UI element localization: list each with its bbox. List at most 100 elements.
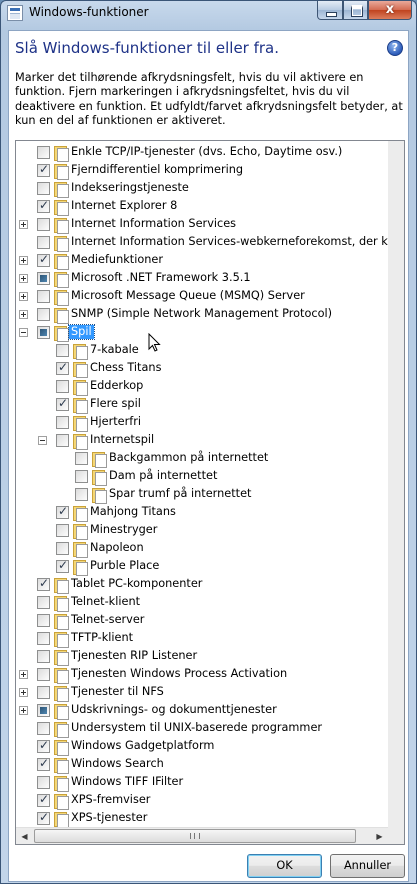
horizontal-scrollbar[interactable]: ◀ ▶: [16, 827, 388, 844]
maximize-button[interactable]: [343, 1, 368, 20]
feature-label[interactable]: Telnet-server: [69, 613, 146, 627]
feature-label[interactable]: Chess Titans: [88, 361, 163, 375]
feature-row[interactable]: Purble Place: [16, 557, 388, 576]
feature-row[interactable]: Tjenester til NFS: [16, 683, 388, 702]
feature-checkbox[interactable]: [37, 218, 50, 231]
feature-checkbox[interactable]: [37, 756, 50, 771]
feature-checkbox[interactable]: [37, 272, 50, 285]
feature-row[interactable]: Napoleon: [16, 539, 388, 558]
help-icon[interactable]: ?: [387, 40, 403, 56]
scroll-right-icon[interactable]: ▶: [371, 828, 388, 844]
feature-row[interactable]: Mediefunktioner: [16, 251, 388, 270]
feature-checkbox[interactable]: [56, 344, 69, 357]
feature-label[interactable]: Flere spil: [88, 397, 143, 411]
feature-label[interactable]: Backgammon på internettet: [107, 451, 270, 465]
feature-checkbox[interactable]: [37, 792, 50, 807]
feature-row[interactable]: Chess Titans: [16, 359, 388, 378]
feature-checkbox[interactable]: [37, 668, 50, 681]
feature-label[interactable]: Mediefunktioner: [69, 253, 165, 267]
feature-checkbox[interactable]: [37, 308, 50, 321]
feature-row[interactable]: Microsoft .NET Framework 3.5.1: [16, 269, 388, 288]
collapse-icon[interactable]: [38, 436, 47, 445]
feature-label[interactable]: Mahjong Titans: [88, 505, 178, 519]
feature-label[interactable]: Windows TIFF IFilter: [69, 775, 185, 789]
feature-checkbox[interactable]: [37, 198, 50, 213]
feature-row[interactable]: TFTP-klient: [16, 629, 388, 648]
feature-label[interactable]: Fjerndifferentiel komprimering: [69, 163, 245, 177]
feature-checkbox[interactable]: [37, 290, 50, 303]
feature-checkbox[interactable]: [37, 776, 50, 789]
expand-icon[interactable]: [19, 688, 28, 697]
feature-checkbox[interactable]: [37, 182, 50, 195]
feature-row[interactable]: Microsoft Message Queue (MSMQ) Server: [16, 287, 388, 306]
feature-row[interactable]: Tablet PC-komponenter: [16, 575, 388, 594]
feature-row[interactable]: SNMP (Simple Network Management Protocol…: [16, 305, 388, 324]
cancel-button[interactable]: Annuller: [330, 854, 405, 878]
expand-icon[interactable]: [19, 706, 28, 715]
feature-checkbox[interactable]: [37, 146, 50, 159]
feature-checkbox[interactable]: [37, 236, 50, 249]
feature-row[interactable]: 7-kabale: [16, 341, 388, 360]
feature-checkbox[interactable]: [37, 596, 50, 609]
feature-row[interactable]: Internetspil: [16, 431, 388, 450]
feature-checkbox[interactable]: [75, 470, 88, 483]
feature-label[interactable]: Hjerterfri: [88, 415, 143, 429]
feature-row[interactable]: Flere spil: [16, 395, 388, 414]
feature-row[interactable]: XPS-tjenester: [16, 809, 388, 827]
feature-label[interactable]: Telnet-klient: [69, 595, 142, 609]
scroll-left-icon[interactable]: ◀: [16, 828, 33, 844]
expand-icon[interactable]: [19, 274, 28, 283]
scroll-thumb[interactable]: [34, 829, 356, 843]
expand-icon[interactable]: [19, 310, 28, 319]
feature-label[interactable]: Edderkop: [88, 379, 145, 393]
feature-label[interactable]: XPS-fremviser: [69, 793, 152, 807]
close-button[interactable]: x: [368, 1, 412, 20]
feature-row[interactable]: Enkle TCP/IP-tjenester (dvs. Echo, Dayti…: [16, 143, 388, 162]
feature-checkbox[interactable]: [37, 722, 50, 735]
feature-row[interactable]: Backgammon på internettet: [16, 449, 388, 468]
feature-label[interactable]: Internet Information Services: [69, 217, 238, 231]
feature-label[interactable]: Microsoft .NET Framework 3.5.1: [69, 271, 253, 285]
feature-row[interactable]: Hjerterfri: [16, 413, 388, 432]
feature-label[interactable]: Internet Information Services-webkernefo…: [69, 235, 388, 249]
feature-label[interactable]: Udskrivnings- og dokumenttjenester: [69, 703, 279, 717]
feature-label[interactable]: Internetspil: [88, 433, 156, 447]
expand-icon[interactable]: [19, 256, 28, 265]
feature-label[interactable]: SNMP (Simple Network Management Protocol…: [69, 307, 334, 321]
feature-checkbox[interactable]: [37, 686, 50, 699]
feature-checkbox[interactable]: [37, 162, 50, 177]
feature-checkbox[interactable]: [37, 632, 50, 645]
feature-row[interactable]: Telnet-klient: [16, 593, 388, 612]
feature-row[interactable]: Spil: [16, 323, 388, 342]
feature-label[interactable]: TFTP-klient: [69, 631, 135, 645]
feature-label[interactable]: Tjenesten Windows Process Activation: [69, 667, 289, 681]
feature-row[interactable]: Tjenesten Windows Process Activation: [16, 665, 388, 684]
feature-label[interactable]: Windows Gadgetplatform: [69, 739, 216, 753]
feature-row[interactable]: Indekseringstjeneste: [16, 179, 388, 198]
feature-label[interactable]: Minestryger: [88, 523, 159, 537]
feature-row[interactable]: Windows TIFF IFilter: [16, 773, 388, 792]
feature-row[interactable]: Windows Search: [16, 755, 388, 774]
feature-label[interactable]: XPS-tjenester: [69, 811, 149, 825]
feature-row[interactable]: XPS-fremviser: [16, 791, 388, 810]
feature-label[interactable]: Napoleon: [88, 541, 146, 555]
feature-label[interactable]: Purble Place: [88, 559, 161, 573]
feature-checkbox[interactable]: [37, 326, 50, 339]
feature-label[interactable]: Enkle TCP/IP-tjenester (dvs. Echo, Dayti…: [69, 145, 344, 159]
feature-label[interactable]: Tjenester til NFS: [69, 685, 166, 699]
title-bar[interactable]: Windows-funktioner x: [1, 1, 416, 25]
feature-checkbox[interactable]: [56, 396, 69, 411]
feature-checkbox[interactable]: [37, 614, 50, 627]
feature-label[interactable]: Dam på internettet: [107, 469, 219, 483]
feature-row[interactable]: Undersystem til UNIX-baserede programmer: [16, 719, 388, 738]
feature-checkbox[interactable]: [56, 524, 69, 537]
feature-row[interactable]: Internet Explorer 8: [16, 197, 388, 216]
feature-row[interactable]: Udskrivnings- og dokumenttjenester: [16, 701, 388, 720]
feature-row[interactable]: Windows Gadgetplatform: [16, 737, 388, 756]
feature-row[interactable]: Dam på internettet: [16, 467, 388, 486]
feature-checkbox[interactable]: [56, 360, 69, 375]
feature-row[interactable]: Edderkop: [16, 377, 388, 396]
feature-label[interactable]: Tablet PC-komponenter: [69, 577, 204, 591]
features-tree-view[interactable]: Enkle TCP/IP-tjenester (dvs. Echo, Dayti…: [15, 140, 405, 845]
feature-checkbox[interactable]: [56, 380, 69, 393]
